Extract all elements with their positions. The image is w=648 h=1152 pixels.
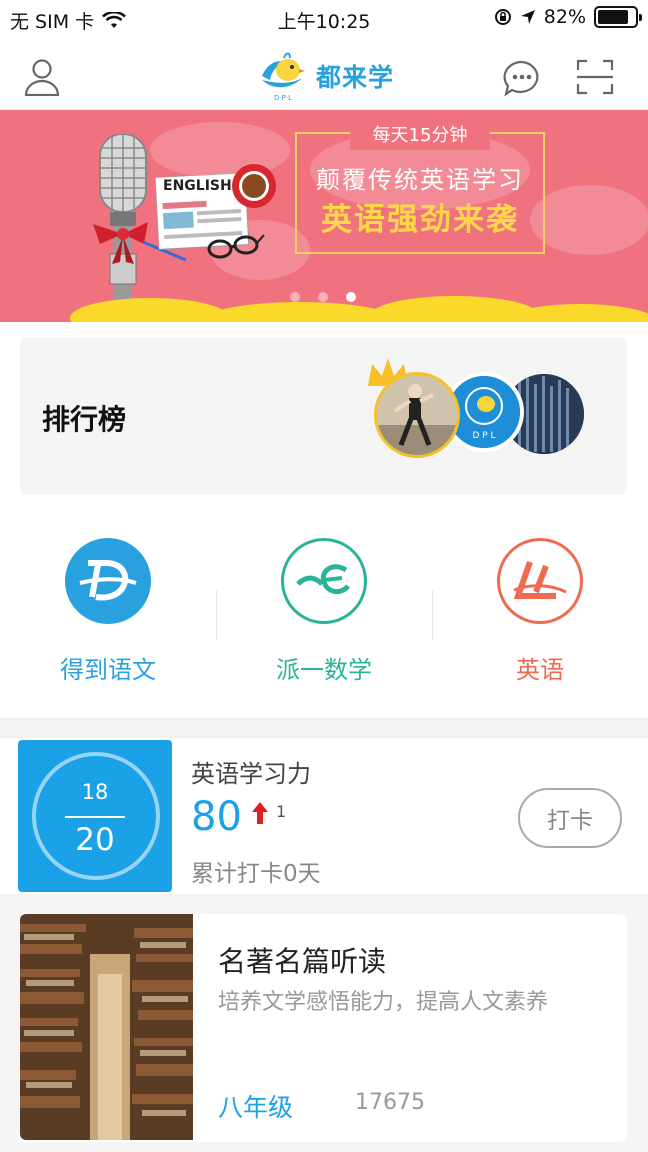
- banner-line2: 英语强劲来袭: [321, 202, 519, 238]
- banner-tag: 每天15分钟: [350, 122, 490, 150]
- course-count: 17675: [355, 1090, 425, 1115]
- scan-icon[interactable]: [575, 58, 615, 96]
- math-logo-icon: [281, 538, 367, 624]
- coffee-cup-icon: [232, 164, 276, 208]
- progress-current: 18: [81, 780, 109, 804]
- promo-banner[interactable]: ENGLISH 每天15分钟 颠覆传统英语学习 英语强劲来袭: [0, 110, 648, 322]
- runner-photo: [377, 375, 457, 455]
- course-thumbnail: [20, 914, 193, 1140]
- course-description: 培养文学感悟能力，提高人文素养: [218, 990, 549, 1015]
- subject-math[interactable]: 派一数学: [216, 538, 432, 685]
- message-icon[interactable]: [502, 59, 542, 97]
- carousel-dots: [290, 292, 356, 302]
- banner-line1: 颠覆传统英语学习: [316, 166, 524, 194]
- chinese-logo-icon: [65, 538, 151, 624]
- ranking-title: 排行榜: [42, 403, 127, 436]
- up-arrow-icon: [252, 802, 268, 830]
- brand: D·P·L 都来学: [258, 50, 394, 102]
- course-section: 名著名篇听读 培养文学感悟能力，提高人文素养 八年级 17675: [0, 894, 648, 1152]
- subject-english[interactable]: 英语: [432, 538, 648, 685]
- study-power-card[interactable]: 18 20 英语学习力 80 1 累计打卡0天 打卡: [0, 738, 648, 894]
- progress-total: 20: [75, 822, 115, 858]
- status-bar: 无 SIM 卡 上午10:25 82%: [0, 0, 648, 38]
- brand-name: 都来学: [316, 63, 395, 92]
- top-nav: D·P·L 都来学: [0, 40, 648, 110]
- glasses-icon: [207, 234, 265, 259]
- checkin-button[interactable]: 打卡: [518, 788, 622, 848]
- rotation-lock-icon: [494, 9, 511, 25]
- user-icon[interactable]: [24, 58, 60, 96]
- ranking-card[interactable]: 排行榜 D P L: [20, 338, 627, 494]
- battery-fill: [598, 10, 628, 24]
- dpl-logo-icon: D·P·L: [262, 52, 305, 102]
- score-delta: 1: [276, 802, 287, 821]
- subject-chinese[interactable]: 得到语文: [0, 538, 216, 685]
- logo-caption: D·P·L: [274, 94, 292, 102]
- course-title: 名著名篇听读: [218, 945, 387, 978]
- battery-icon: [594, 6, 642, 28]
- svg-text:D P L: D P L: [472, 431, 495, 441]
- location-icon: [520, 10, 535, 24]
- section-divider: [0, 718, 648, 738]
- study-label: 英语学习力: [191, 760, 311, 788]
- carousel-dot-active[interactable]: [346, 292, 356, 302]
- course-card[interactable]: 名著名篇听读 培养文学感悟能力，提高人文素养 八年级 17675: [20, 914, 627, 1142]
- subject-english-label: 英语: [516, 656, 564, 684]
- subject-math-label: 派一数学: [276, 656, 372, 684]
- course-grade[interactable]: 八年级: [218, 1088, 293, 1124]
- progress-tile: 18 20: [18, 740, 172, 892]
- newspaper-label: ENGLISH: [163, 178, 232, 194]
- avatar-first[interactable]: [374, 372, 460, 458]
- subject-chinese-label: 得到语文: [60, 656, 156, 684]
- fraction-line: [65, 816, 125, 818]
- subject-grid: 得到语文 派一数学 英语: [0, 520, 648, 700]
- battery-percent: 82%: [543, 6, 586, 28]
- english-logo-icon: [497, 538, 583, 624]
- study-score: 80: [191, 794, 242, 840]
- checkin-days: 累计打卡0天: [191, 861, 321, 887]
- carousel-dot[interactable]: [290, 292, 300, 302]
- bookshelf-photo: [20, 914, 193, 1140]
- status-right: 82%: [494, 6, 642, 28]
- carousel-dot[interactable]: [318, 292, 328, 302]
